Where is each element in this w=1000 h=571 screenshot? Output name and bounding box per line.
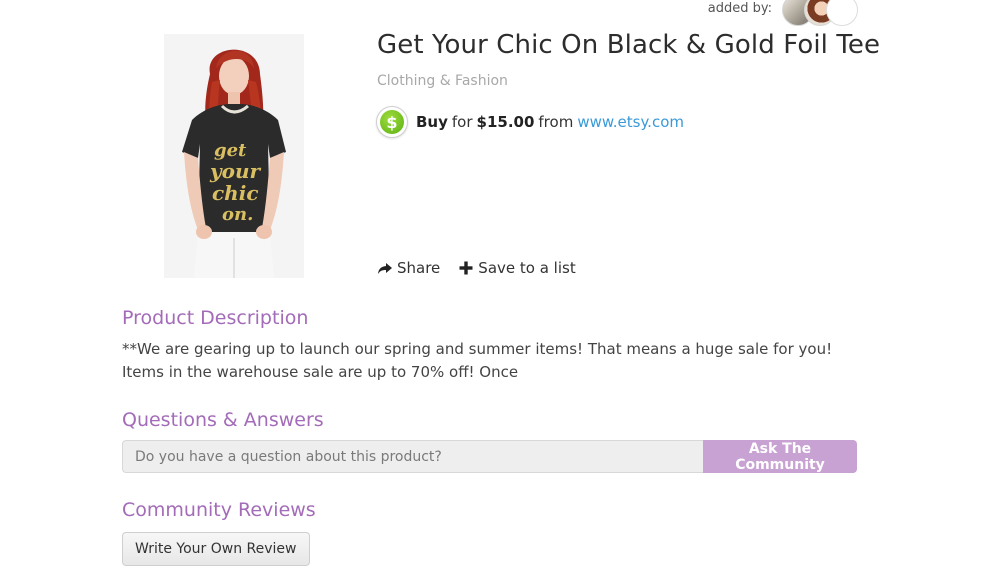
share-label: Share (397, 259, 441, 277)
avatar-group (782, 0, 858, 26)
price: $15.00 (476, 113, 535, 131)
product-category[interactable]: Clothing & Fashion (377, 73, 508, 89)
svg-text:your: your (209, 159, 262, 183)
buy-label[interactable]: Buy (416, 113, 448, 131)
product-page: added by: get your chic on. Get Your Chi… (0, 0, 1000, 571)
community-reviews-heading: Community Reviews (122, 499, 316, 521)
buy-row: $ Buy for $15.00 from www.etsy.com (376, 106, 684, 138)
questions-answers-heading: Questions & Answers (122, 409, 324, 431)
share-button[interactable]: Share (377, 259, 440, 277)
for-label: for (451, 113, 473, 131)
save-to-list-button[interactable]: Save to a list (458, 259, 576, 277)
question-form: Ask The Community (122, 440, 857, 473)
added-by: added by: (707, 0, 858, 26)
product-description-text: **We are gearing up to launch our spring… (122, 340, 833, 381)
product-image[interactable]: get your chic on. (164, 34, 304, 278)
write-review-button[interactable]: Write Your Own Review (122, 532, 310, 566)
share-icon (378, 263, 392, 274)
product-description-heading: Product Description (122, 307, 309, 329)
from-label: from (538, 113, 574, 131)
store-link[interactable]: www.etsy.com (577, 113, 684, 131)
save-to-list-label: Save to a list (478, 259, 576, 277)
svg-text:on.: on. (222, 204, 253, 225)
product-actions: Share Save to a list (377, 259, 594, 277)
question-input[interactable] (122, 440, 703, 473)
added-by-label: added by: (707, 0, 772, 16)
svg-text:chic: chic (212, 181, 259, 205)
plus-icon (459, 261, 473, 275)
dollar-icon[interactable]: $ (376, 106, 408, 138)
svg-text:get: get (214, 140, 247, 161)
product-title: Get Your Chic On Black & Gold Foil Tee (377, 30, 881, 60)
ask-community-button[interactable]: Ask The Community (703, 440, 857, 473)
avatar[interactable] (826, 0, 858, 26)
